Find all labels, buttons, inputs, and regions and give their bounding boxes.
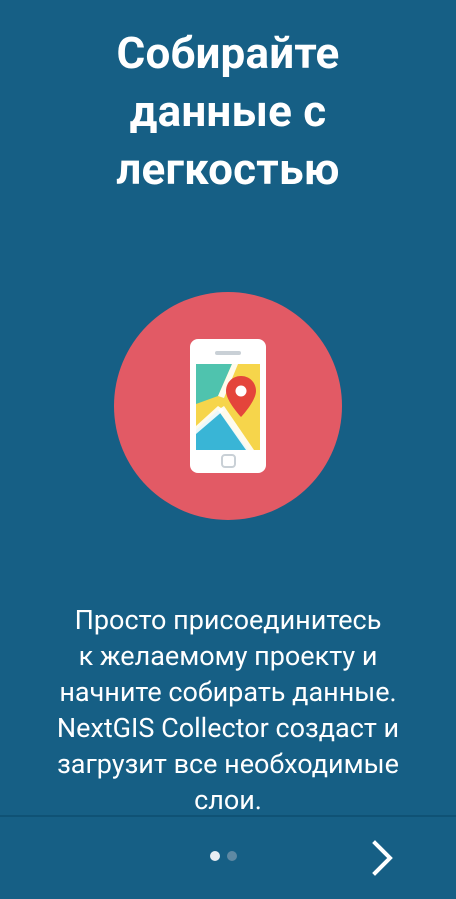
intro-description: Просто присоединитесь к желаемому проект… [24, 602, 432, 818]
description-line-4: NextGIS Collector создаст и [56, 712, 400, 744]
phone-map-pin-icon [114, 292, 342, 520]
phone-map-illustration [114, 292, 342, 520]
description-line-6: слои. [194, 784, 262, 816]
chevron-right-icon [372, 840, 393, 876]
title-line-1: Собирайте [116, 27, 340, 79]
description-line-1: Просто присоединитесь [74, 604, 382, 636]
page-indicator [210, 851, 237, 863]
description-line-3: начните собирать данные. [59, 676, 397, 708]
title-line-2: данные с [129, 85, 327, 137]
description-line-5: загрузит все необходимые [57, 748, 399, 780]
title-line-3: легкостью [116, 143, 340, 195]
page-title: Собирайте данные с легкостью [0, 24, 456, 198]
next-button[interactable] [354, 828, 412, 888]
description-line-2: к желаемому проекту и [78, 640, 378, 672]
page-dot-inactive [227, 851, 237, 861]
page-dot-active [210, 851, 220, 861]
footer-divider [0, 815, 456, 817]
